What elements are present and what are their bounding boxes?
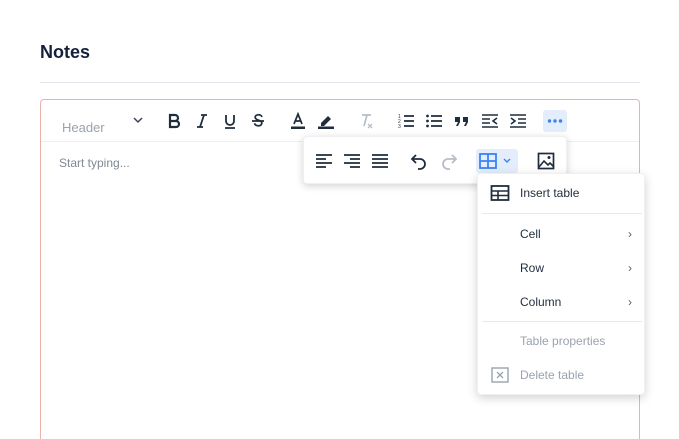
text-color-button[interactable] bbox=[286, 110, 310, 132]
underline-icon bbox=[225, 115, 235, 129]
clear-format-icon bbox=[362, 114, 373, 129]
italic-button[interactable] bbox=[190, 110, 214, 132]
align-left-button[interactable] bbox=[312, 149, 336, 173]
strikethrough-button[interactable] bbox=[246, 110, 270, 132]
clear-format-button[interactable] bbox=[354, 110, 378, 132]
image-icon bbox=[537, 152, 555, 170]
chevron-right-icon: › bbox=[628, 261, 632, 275]
table-button[interactable] bbox=[476, 149, 518, 173]
align-right-button[interactable] bbox=[340, 149, 364, 173]
chevron-down-icon[interactable] bbox=[132, 114, 144, 126]
menu-item-row[interactable]: Row › bbox=[478, 253, 644, 283]
bold-icon bbox=[168, 113, 181, 129]
quote-icon bbox=[455, 117, 468, 126]
menu-item-label: Insert table bbox=[520, 186, 580, 200]
notes-page: Notes Header 1 2 3 Start typing... Inser… bbox=[0, 0, 679, 439]
highlight-icon bbox=[318, 116, 334, 129]
menu-item-label: Table properties bbox=[520, 334, 606, 348]
menu-item-table-properties[interactable]: Table properties bbox=[478, 326, 644, 356]
highlight-button[interactable] bbox=[314, 110, 338, 132]
align-right-icon bbox=[344, 154, 360, 168]
menu-item-label: Cell bbox=[520, 227, 541, 241]
undo-button[interactable] bbox=[407, 149, 431, 173]
menu-divider bbox=[482, 321, 642, 322]
more-icon bbox=[547, 119, 563, 123]
svg-text:3: 3 bbox=[398, 124, 401, 130]
text-color-icon bbox=[291, 112, 305, 129]
indent-button[interactable] bbox=[506, 110, 530, 132]
strikethrough-icon bbox=[252, 113, 264, 127]
chevron-right-icon: › bbox=[628, 227, 632, 241]
ordered-list-icon: 123 bbox=[398, 114, 414, 130]
bullet-list-icon bbox=[426, 114, 442, 128]
editor-placeholder: Start typing... bbox=[59, 156, 130, 170]
redo-icon bbox=[442, 154, 458, 170]
page-title: Notes bbox=[40, 42, 91, 62]
italic-icon bbox=[197, 114, 207, 128]
outdent-button[interactable] bbox=[478, 110, 502, 132]
menu-item-cell[interactable]: Cell › bbox=[478, 219, 644, 249]
menu-item-insert-table[interactable]: Insert table bbox=[478, 178, 644, 208]
align-left-icon bbox=[316, 154, 332, 168]
menu-item-delete-table[interactable]: Delete table bbox=[478, 360, 644, 390]
delete-table-icon bbox=[491, 367, 509, 383]
title-divider bbox=[40, 82, 640, 83]
menu-item-column[interactable]: Column › bbox=[478, 287, 644, 317]
insert-table-icon bbox=[490, 185, 510, 201]
menu-divider bbox=[482, 213, 642, 214]
indent-icon bbox=[510, 114, 526, 128]
bold-button[interactable] bbox=[162, 110, 186, 132]
chevron-right-icon: › bbox=[628, 295, 632, 309]
table-dropdown-menu: Insert table Cell › Row › Column › Table… bbox=[477, 173, 645, 395]
undo-icon bbox=[410, 154, 426, 170]
outdent-icon bbox=[482, 114, 498, 128]
more-button[interactable] bbox=[543, 110, 567, 132]
table-icon bbox=[479, 153, 511, 169]
align-justify-button[interactable] bbox=[368, 149, 392, 173]
bullet-list-button[interactable] bbox=[422, 110, 446, 132]
image-button[interactable] bbox=[534, 149, 558, 173]
menu-item-label: Column bbox=[520, 295, 562, 309]
menu-item-label: Delete table bbox=[520, 368, 585, 382]
align-justify-icon bbox=[372, 154, 388, 168]
header-select[interactable]: Header bbox=[62, 120, 105, 135]
ordered-list-button[interactable]: 123 bbox=[394, 110, 418, 132]
underline-button[interactable] bbox=[218, 110, 242, 132]
menu-item-label: Row bbox=[520, 261, 545, 275]
quote-button[interactable] bbox=[450, 110, 474, 132]
redo-button[interactable] bbox=[437, 149, 461, 173]
